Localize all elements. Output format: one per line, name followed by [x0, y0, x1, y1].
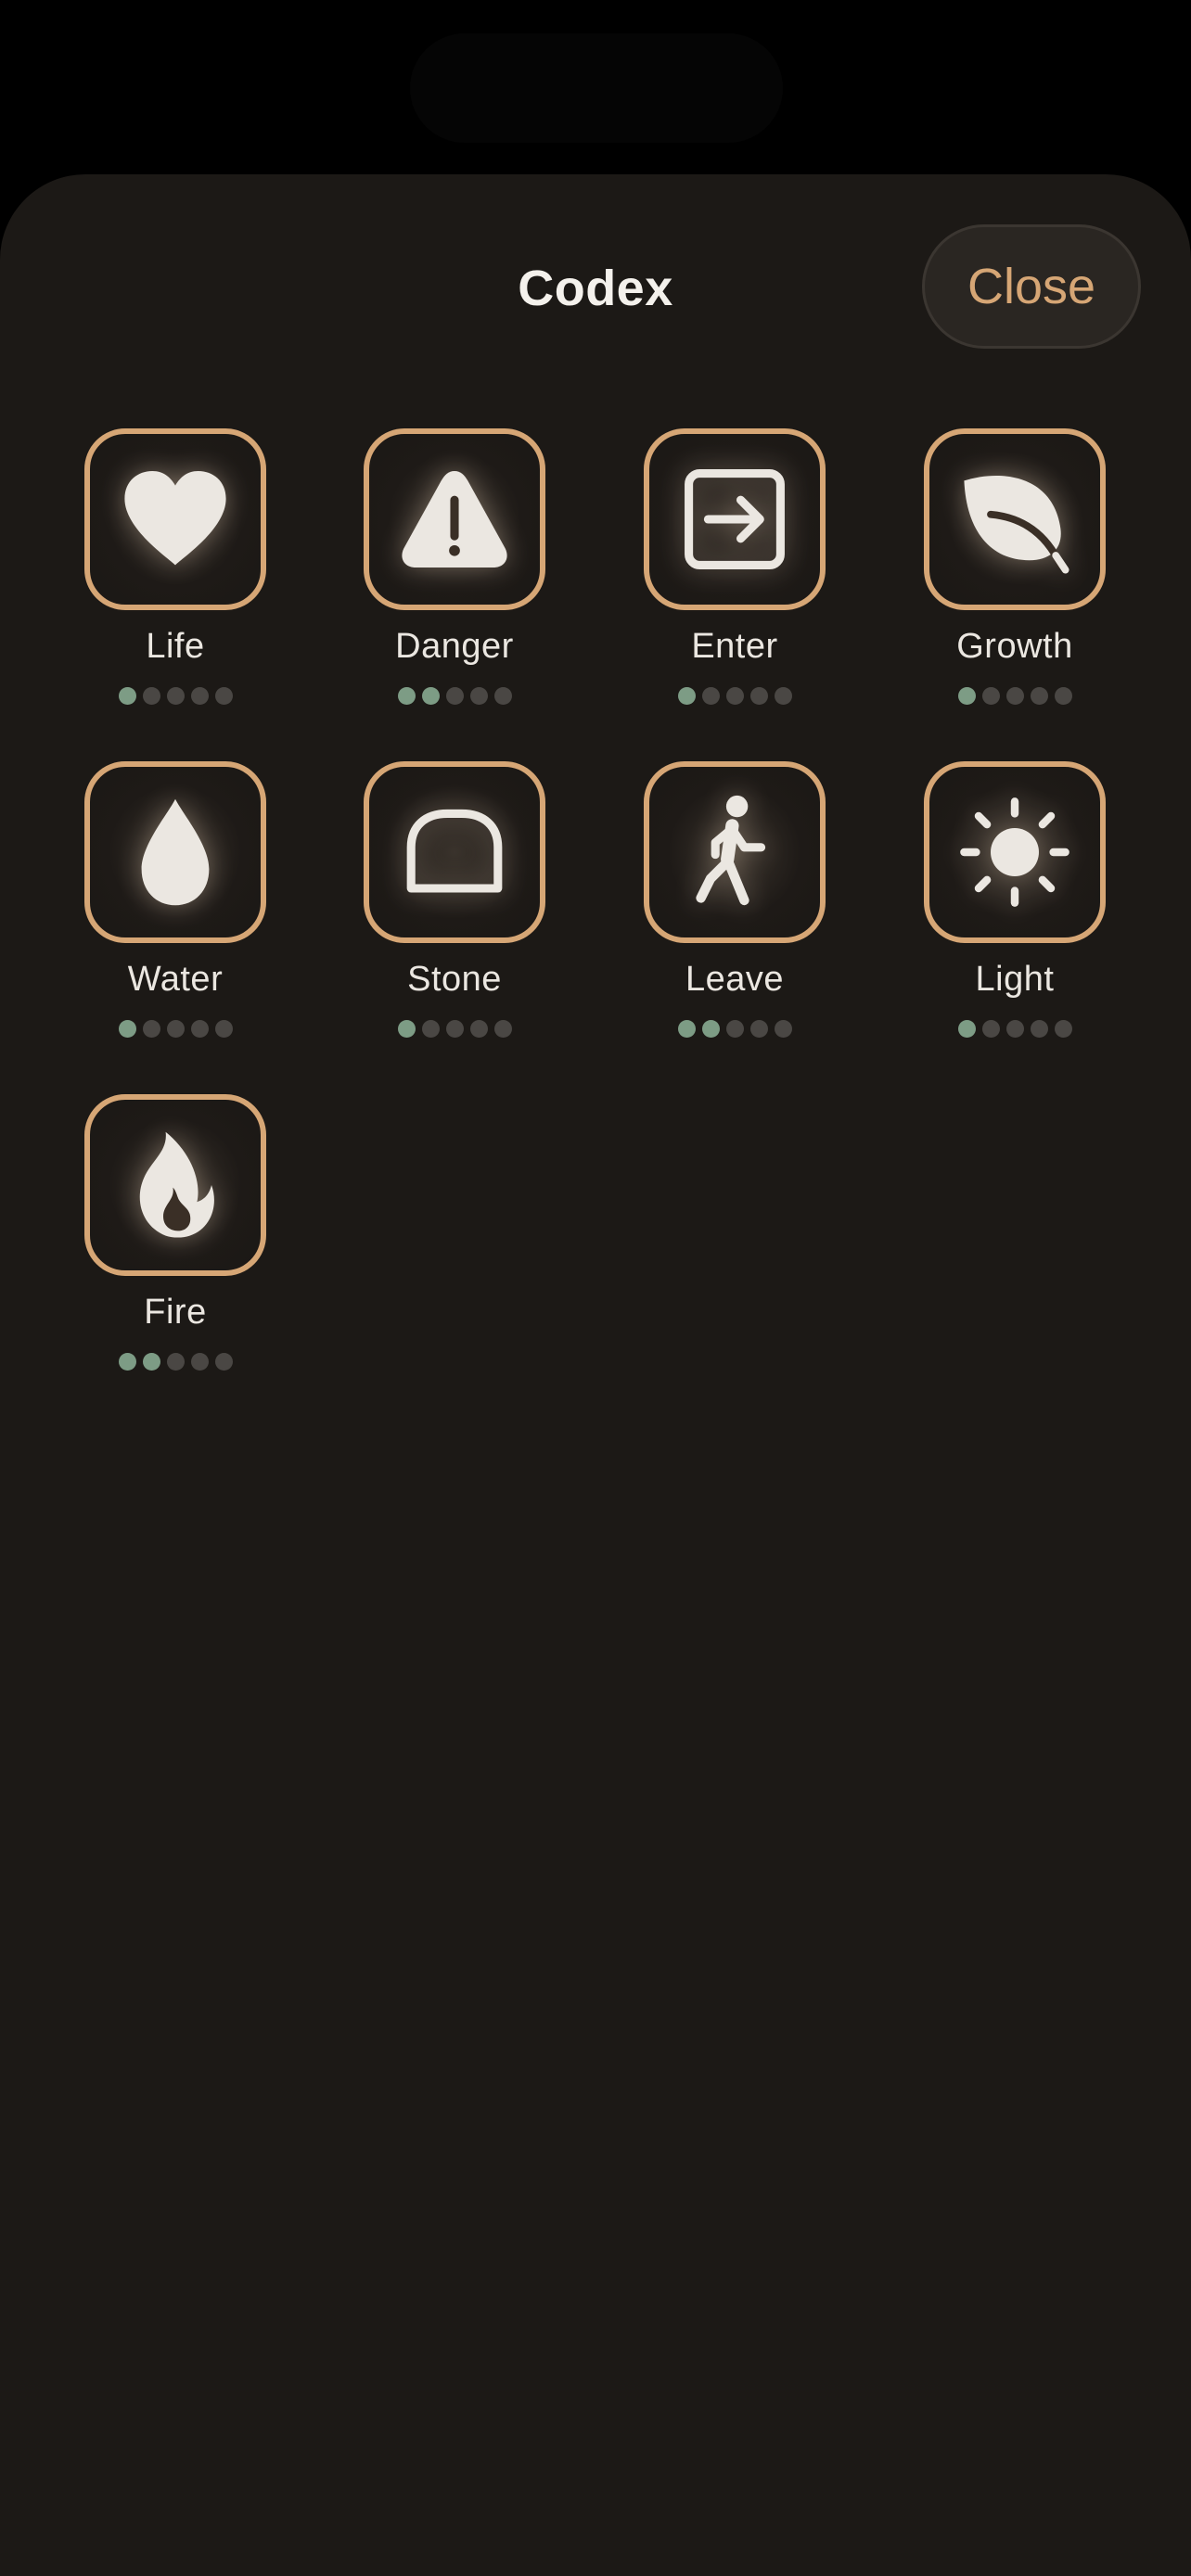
water-drop-icon [141, 798, 210, 906]
level-dots [875, 1020, 1155, 1038]
codex-tile[interactable] [364, 428, 545, 610]
level-dot-empty [493, 687, 512, 705]
walking-figure-icon [696, 795, 766, 906]
codex-item-label: Danger [395, 627, 514, 666]
codex-item-light[interactable]: Light [875, 761, 1155, 1058]
codex-item-leave[interactable]: Leave [595, 761, 875, 1058]
stone-icon [406, 809, 503, 893]
warning-triangle-icon [402, 471, 507, 567]
level-dot-empty [445, 687, 464, 705]
leaf-icon [964, 475, 1069, 574]
level-dot-empty [469, 687, 488, 705]
codex-item-label: Light [975, 960, 1055, 999]
heart-icon [124, 471, 226, 566]
level-dot-empty [1005, 1020, 1024, 1038]
level-dots [595, 687, 875, 705]
level-dot-empty [1005, 687, 1024, 705]
level-dot-empty [1054, 1020, 1072, 1038]
codex-item-label: Water [127, 960, 224, 999]
level-dots [314, 1020, 595, 1038]
codex-tile[interactable] [364, 761, 545, 943]
enter-arrow-icon [685, 469, 785, 569]
level-dot-filled [677, 1020, 696, 1038]
level-dots [35, 1020, 315, 1038]
codex-item-label: Leave [685, 960, 785, 999]
level-dot-filled [118, 1353, 136, 1371]
level-dot-filled [677, 687, 696, 705]
codex-tile[interactable] [924, 428, 1106, 610]
codex-sheet: Codex Close Life Danger Enter Growth Wat… [0, 174, 1191, 2576]
level-dot-filled [701, 1020, 720, 1038]
codex-tile[interactable] [84, 761, 266, 943]
codex-item-label: Growth [956, 627, 1073, 666]
level-dot-empty [1054, 687, 1072, 705]
level-dots [35, 1353, 315, 1371]
screen: Codex Close Life Danger Enter Growth Wat… [0, 0, 1191, 2576]
level-dots [35, 687, 315, 705]
level-dot-empty [749, 687, 768, 705]
codex-item-label: Fire [144, 1293, 207, 1332]
codex-item-label: Stone [407, 960, 502, 999]
level-dot-empty [421, 1020, 440, 1038]
level-dot-filled [957, 687, 976, 705]
codex-item-label: Life [146, 627, 205, 666]
codex-item-life[interactable]: Life [35, 428, 315, 725]
level-dot-empty [981, 687, 1000, 705]
sun-icon [960, 797, 1069, 907]
codex-item-fire[interactable]: Fire [35, 1094, 315, 1391]
level-dot-empty [214, 1353, 233, 1371]
flame-icon [139, 1131, 214, 1238]
level-dot-empty [166, 1020, 185, 1038]
codex-item-growth[interactable]: Growth [875, 428, 1155, 725]
level-dot-filled [142, 1353, 160, 1371]
codex-item-danger[interactable]: Danger [314, 428, 595, 725]
codex-item-stone[interactable]: Stone [314, 761, 595, 1058]
dynamic-island [410, 33, 783, 143]
close-button[interactable]: Close [922, 224, 1141, 349]
level-dot-empty [142, 687, 160, 705]
level-dot-empty [142, 1020, 160, 1038]
codex-tile[interactable] [84, 1094, 266, 1276]
level-dot-filled [397, 1020, 416, 1038]
level-dot-empty [445, 1020, 464, 1038]
level-dot-empty [214, 687, 233, 705]
level-dot-empty [749, 1020, 768, 1038]
level-dot-filled [421, 687, 440, 705]
level-dot-filled [957, 1020, 976, 1038]
level-dot-empty [774, 1020, 792, 1038]
level-dot-empty [701, 687, 720, 705]
level-dot-filled [118, 687, 136, 705]
codex-tile[interactable] [644, 428, 826, 610]
codex-tile[interactable] [84, 428, 266, 610]
level-dot-filled [118, 1020, 136, 1038]
level-dot-empty [981, 1020, 1000, 1038]
level-dots [595, 1020, 875, 1038]
level-dot-empty [190, 1020, 209, 1038]
level-dot-empty [166, 1353, 185, 1371]
codex-tile[interactable] [644, 761, 826, 943]
level-dot-empty [725, 687, 744, 705]
level-dot-filled [397, 687, 416, 705]
level-dot-empty [190, 1353, 209, 1371]
level-dot-empty [1030, 687, 1048, 705]
level-dot-empty [725, 1020, 744, 1038]
level-dot-empty [1030, 1020, 1048, 1038]
level-dot-empty [493, 1020, 512, 1038]
level-dots [314, 687, 595, 705]
codex-item-enter[interactable]: Enter [595, 428, 875, 725]
codex-item-label: Enter [691, 627, 778, 666]
level-dot-empty [774, 687, 792, 705]
level-dot-empty [190, 687, 209, 705]
codex-tile[interactable] [924, 761, 1106, 943]
level-dots [875, 687, 1155, 705]
level-dot-empty [166, 687, 185, 705]
level-dot-empty [214, 1020, 233, 1038]
codex-item-water[interactable]: Water [35, 761, 315, 1058]
level-dot-empty [469, 1020, 488, 1038]
